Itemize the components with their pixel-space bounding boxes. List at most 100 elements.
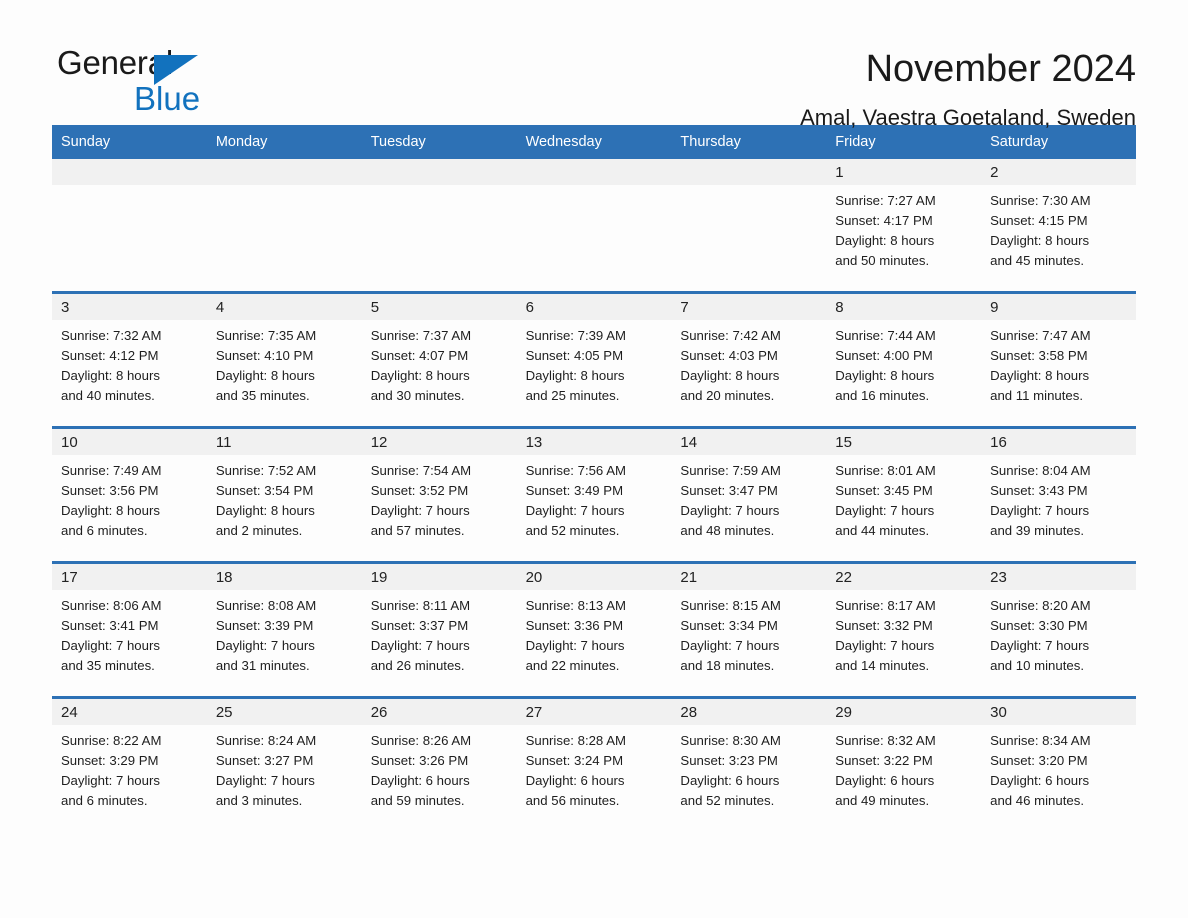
day-number: 2: [990, 164, 999, 181]
day-number-band: 21: [671, 564, 827, 590]
daylight-text-2: and 6 minutes.: [61, 793, 148, 808]
calendar-day-cell[interactable]: 24 Sunrise: 8:22 AM Sunset: 3:29 PM Dayligh…: [52, 699, 207, 831]
day-number-band: 20: [516, 564, 672, 590]
calendar-day-cell[interactable]: 27 Sunrise: 8:28 AM Sunset: 3:24 PM Dayligh…: [516, 699, 672, 831]
calendar-cell-empty: [52, 159, 207, 291]
day-number-band: 27: [516, 699, 672, 725]
sunset-text: Sunset: 4:15 PM: [990, 213, 1088, 228]
calendar-day-cell[interactable]: 21 Sunrise: 8:15 AM Sunset: 3:34 PM Dayligh…: [671, 564, 827, 696]
calendar-day-cell[interactable]: 11 Sunrise: 7:52 AM Sunset: 3:54 PM Dayligh…: [206, 429, 362, 561]
day-details: [207, 185, 362, 191]
calendar-day-cell[interactable]: 28 Sunrise: 8:30 AM Sunset: 3:23 PM Dayligh…: [671, 699, 827, 831]
calendar-week-row: 17 Sunrise: 8:06 AM Sunset: 3:41 PM Dayligh…: [52, 561, 1136, 696]
logo-text-blue: Blue: [134, 80, 201, 117]
calendar-day-cell[interactable]: 15 Sunrise: 8:01 AM Sunset: 3:45 PM Dayligh…: [826, 429, 982, 561]
day-details: [52, 185, 207, 191]
daylight-text-1: Daylight: 6 hours: [990, 773, 1090, 788]
daylight-text-1: Daylight: 8 hours: [525, 368, 625, 383]
sunset-text: Sunset: 3:20 PM: [990, 753, 1088, 768]
day-details: Sunrise: 8:04 AM Sunset: 3:43 PM Daylight:…: [981, 455, 1136, 541]
day-details: Sunrise: 8:06 AM Sunset: 3:41 PM Daylight:…: [52, 590, 207, 676]
day-number-band: [671, 159, 827, 185]
daylight-text-2: and 45 minutes.: [990, 253, 1084, 268]
day-number-band: 10: [52, 429, 207, 455]
daylight-text-2: and 14 minutes.: [835, 658, 930, 673]
title-block: November 2024 Amal, Vaestra Goetaland, S…: [800, 44, 1136, 132]
daylight-text-2: and 49 minutes.: [835, 793, 930, 808]
daylight-text-2: and 52 minutes.: [680, 793, 775, 808]
calendar-day-cell[interactable]: 7 Sunrise: 7:42 AM Sunset: 4:03 PM Daylight…: [671, 294, 827, 426]
daylight-text-1: Daylight: 7 hours: [61, 773, 160, 788]
day-details: Sunrise: 7:49 AM Sunset: 3:56 PM Daylight:…: [52, 455, 207, 541]
day-number: 11: [215, 434, 232, 451]
day-details: [517, 185, 672, 191]
calendar-page: General Blue November 2024 Amal, Vaestra…: [0, 0, 1188, 918]
sunrise-text: Sunrise: 7:39 AM: [525, 328, 626, 343]
day-details: Sunrise: 7:44 AM Sunset: 4:00 PM Daylight:…: [826, 320, 981, 406]
sunrise-text: Sunrise: 8:22 AM: [61, 733, 162, 748]
daylight-text-1: Daylight: 6 hours: [680, 773, 780, 788]
day-number: 18: [215, 569, 233, 586]
calendar-day-cell[interactable]: 9 Sunrise: 7:47 AM Sunset: 3:58 PM Daylight…: [981, 294, 1136, 426]
calendar-day-cell[interactable]: 5 Sunrise: 7:37 AM Sunset: 4:07 PM Daylight…: [361, 294, 517, 426]
calendar-day-cell[interactable]: 16 Sunrise: 8:04 AM Sunset: 3:43 PM Dayligh…: [981, 429, 1136, 561]
calendar-day-cell[interactable]: 10 Sunrise: 7:49 AM Sunset: 3:56 PM Dayligh…: [52, 429, 207, 561]
daylight-text-1: Daylight: 7 hours: [370, 638, 470, 653]
day-details: Sunrise: 8:28 AM Sunset: 3:24 PM Daylight:…: [517, 725, 672, 811]
day-details: Sunrise: 8:13 AM Sunset: 3:36 PM Daylight:…: [517, 590, 672, 676]
daylight-text-1: Daylight: 7 hours: [215, 638, 315, 653]
calendar-day-cell[interactable]: 6 Sunrise: 7:39 AM Sunset: 4:05 PM Daylight…: [516, 294, 672, 426]
sunrise-text: Sunrise: 8:01 AM: [835, 463, 936, 478]
day-number-band: 13: [516, 429, 672, 455]
daylight-text-1: Daylight: 7 hours: [370, 503, 470, 518]
sunrise-text: Sunrise: 8:24 AM: [215, 733, 317, 748]
day-details: Sunrise: 7:59 AM Sunset: 3:47 PM Daylight:…: [671, 455, 826, 541]
sunrise-text: Sunrise: 8:32 AM: [835, 733, 936, 748]
calendar-day-cell[interactable]: 12 Sunrise: 7:54 AM Sunset: 3:52 PM Dayligh…: [361, 429, 517, 561]
day-details: Sunrise: 7:42 AM Sunset: 4:03 PM Daylight:…: [671, 320, 826, 406]
sunrise-text: Sunrise: 7:44 AM: [835, 328, 936, 343]
calendar-day-cell[interactable]: 20 Sunrise: 8:13 AM Sunset: 3:36 PM Dayligh…: [516, 564, 672, 696]
sunrise-text: Sunrise: 8:13 AM: [525, 598, 626, 613]
day-number: 26: [370, 704, 388, 721]
calendar-day-cell[interactable]: 26 Sunrise: 8:26 AM Sunset: 3:26 PM Dayligh…: [361, 699, 517, 831]
sunset-text: Sunset: 4:07 PM: [370, 348, 469, 363]
sunset-text: Sunset: 3:22 PM: [835, 753, 933, 768]
daylight-text-1: Daylight: 8 hours: [990, 368, 1090, 383]
sunset-text: Sunset: 4:05 PM: [525, 348, 624, 363]
calendar-day-cell[interactable]: 3 Sunrise: 7:32 AM Sunset: 4:12 PM Daylight…: [52, 294, 207, 426]
calendar-day-cell[interactable]: 19 Sunrise: 8:11 AM Sunset: 3:37 PM Dayligh…: [361, 564, 517, 696]
calendar-day-cell[interactable]: 14 Sunrise: 7:59 AM Sunset: 3:47 PM Dayligh…: [671, 429, 827, 561]
day-number-band: 8: [826, 294, 982, 320]
calendar-day-cell[interactable]: 22 Sunrise: 8:17 AM Sunset: 3:32 PM Dayligh…: [826, 564, 982, 696]
daylight-text-1: Daylight: 8 hours: [61, 503, 160, 518]
day-details: Sunrise: 7:56 AM Sunset: 3:49 PM Daylight:…: [517, 455, 672, 541]
sunset-text: Sunset: 3:41 PM: [61, 618, 159, 633]
sunset-text: Sunset: 3:26 PM: [370, 753, 469, 768]
sunset-text: Sunset: 4:12 PM: [61, 348, 159, 363]
calendar-cell-empty: [361, 159, 517, 291]
day-number: 24: [61, 704, 78, 721]
daylight-text-2: and 52 minutes.: [525, 523, 620, 538]
calendar-day-cell[interactable]: 30 Sunrise: 8:34 AM Sunset: 3:20 PM Dayligh…: [981, 699, 1136, 831]
day-number: 4: [215, 299, 225, 316]
calendar-cell-empty: [516, 159, 672, 291]
calendar-day-cell[interactable]: 29 Sunrise: 8:32 AM Sunset: 3:22 PM Dayligh…: [826, 699, 982, 831]
calendar-day-cell[interactable]: 18 Sunrise: 8:08 AM Sunset: 3:39 PM Dayligh…: [206, 564, 362, 696]
day-number-band: 14: [671, 429, 827, 455]
day-number-band: 19: [361, 564, 517, 590]
calendar-day-cell[interactable]: 23 Sunrise: 8:20 AM Sunset: 3:30 PM Dayligh…: [981, 564, 1136, 696]
calendar-day-cell[interactable]: 17 Sunrise: 8:06 AM Sunset: 3:41 PM Dayligh…: [52, 564, 207, 696]
calendar-day-cell[interactable]: 13 Sunrise: 7:56 AM Sunset: 3:49 PM Dayligh…: [516, 429, 672, 561]
day-number-band: 1: [826, 159, 982, 185]
daylight-text-1: Daylight: 8 hours: [680, 368, 780, 383]
calendar-day-cell[interactable]: 25 Sunrise: 8:24 AM Sunset: 3:27 PM Dayligh…: [206, 699, 362, 831]
calendar-week-row: 24 Sunrise: 8:22 AM Sunset: 3:29 PM Dayligh…: [52, 696, 1136, 831]
daylight-text-1: Daylight: 7 hours: [525, 638, 625, 653]
general-blue-logo[interactable]: General Blue: [57, 44, 257, 117]
calendar-day-cell[interactable]: 2 Sunrise: 7:30 AM Sunset: 4:15 PM Daylight…: [981, 159, 1136, 291]
daylight-text-2: and 50 minutes.: [835, 253, 930, 268]
calendar-day-cell[interactable]: 4 Sunrise: 7:35 AM Sunset: 4:10 PM Daylight…: [206, 294, 362, 426]
calendar-day-cell[interactable]: 8 Sunrise: 7:44 AM Sunset: 4:00 PM Daylight…: [826, 294, 982, 426]
calendar-day-cell[interactable]: 1 Sunrise: 7:27 AM Sunset: 4:17 PM Daylight…: [826, 159, 982, 291]
